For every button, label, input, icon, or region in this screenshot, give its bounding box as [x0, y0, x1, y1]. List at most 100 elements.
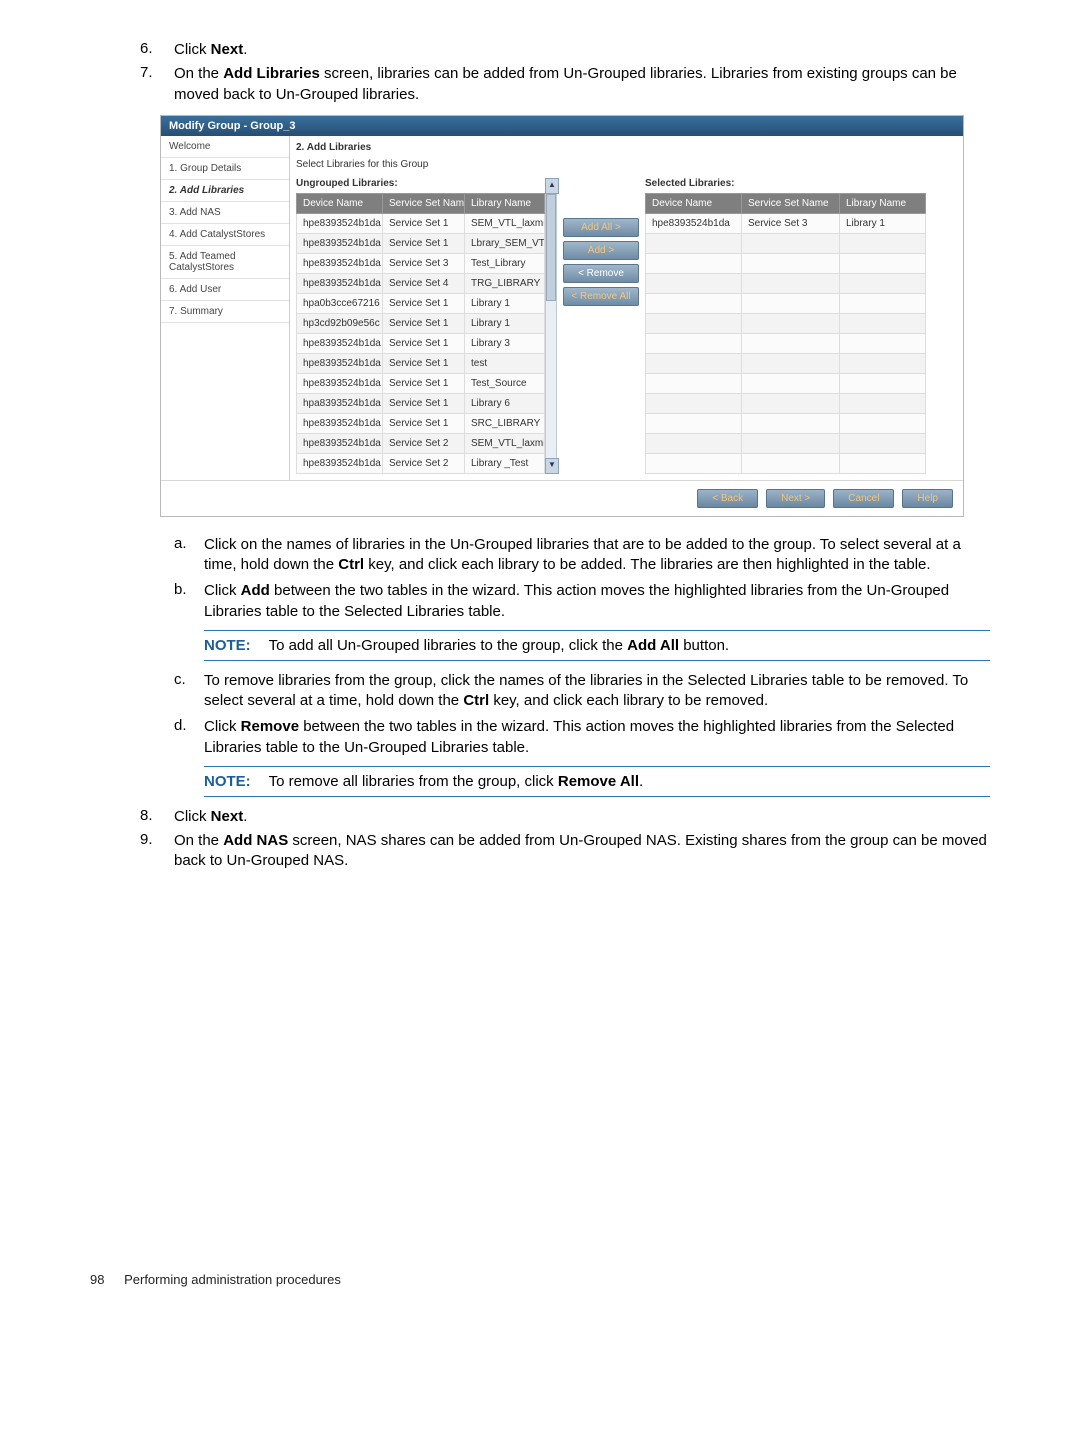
wizard-subtitle: Select Libraries for this Group [296, 159, 957, 178]
table-cell: Service Set 3 [383, 253, 465, 273]
table-row[interactable]: hpe8393524b1daService Set 3Test_Library [297, 253, 545, 273]
table-cell: Service Set 1 [383, 233, 465, 253]
table-cell [840, 333, 926, 353]
table-row[interactable]: hpe8393524b1daService Set 1Test_Source [297, 373, 545, 393]
table-cell: test [465, 353, 545, 373]
table-row[interactable]: hpe8393524b1daService Set 2SEM_VTL_laxmi… [297, 433, 545, 453]
step-6-text-c: . [243, 41, 247, 58]
ungrouped-scrollbar[interactable]: ▲ ▼ [545, 178, 557, 474]
selected-table[interactable]: Device Name Service Set Name Library Nam… [645, 193, 926, 474]
table-cell: Service Set 2 [383, 453, 465, 473]
table-row[interactable]: hpe8393524b1daService Set 4TRG_LIBRARY [297, 273, 545, 293]
table-cell: SRC_LIBRARY [465, 413, 545, 433]
remove-all-button[interactable]: < Remove All [563, 287, 639, 306]
col-service-set-sel: Service Set Name [742, 193, 840, 213]
col-device: Device Name [297, 193, 383, 213]
step-8-c: . [243, 808, 247, 825]
table-cell [742, 393, 840, 413]
table-cell [742, 273, 840, 293]
table-cell: Library _Test [465, 453, 545, 473]
table-cell [840, 413, 926, 433]
step-6-text: Click Next. [174, 40, 247, 60]
table-cell [742, 253, 840, 273]
step-9-text: On the Add NAS screen, NAS shares can be… [174, 831, 990, 872]
step-6-number: 6. [140, 40, 174, 60]
table-row-empty [646, 233, 926, 253]
table-cell [840, 433, 926, 453]
table-row[interactable]: hpe8393524b1daService Set 2Library _Test [297, 453, 545, 473]
table-cell [840, 393, 926, 413]
scroll-down-icon[interactable]: ▼ [545, 458, 559, 474]
table-row[interactable]: hpe8393524b1daService Set 1SRC_LIBRARY [297, 413, 545, 433]
add-button[interactable]: Add > [563, 241, 639, 260]
substep-b-num: b. [174, 581, 204, 622]
note-label: NOTE: [204, 637, 251, 654]
table-cell: Library 1 [465, 313, 545, 333]
table-cell [742, 333, 840, 353]
table-cell [742, 233, 840, 253]
col-library-sel: Library Name [840, 193, 926, 213]
table-cell [742, 413, 840, 433]
table-cell [742, 293, 840, 313]
substep-b-2: between the two tables in the wizard. Th… [204, 582, 949, 619]
nav-add-libraries[interactable]: 2. Add Libraries [161, 180, 289, 202]
table-row[interactable]: hpa8393524b1daService Set 1Library 6 [297, 393, 545, 413]
table-row[interactable]: hp3cd92b09e56cService Set 1Library 1 [297, 313, 545, 333]
table-cell [646, 413, 742, 433]
table-cell: Library 3 [465, 333, 545, 353]
table-cell: Service Set 1 [383, 393, 465, 413]
ungrouped-table[interactable]: Device Name Service Set Name Library Nam… [296, 193, 545, 474]
table-row[interactable]: hpa0b3cce67216Service Set 1Library 1 [297, 293, 545, 313]
table-cell: hpe8393524b1da [297, 433, 383, 453]
table-cell: Lbrary_SEM_VTL_La: [465, 233, 545, 253]
table-cell: Service Set 3 [742, 213, 840, 233]
next-button[interactable]: Next > [766, 489, 825, 508]
nav-add-teamed-catalyststores[interactable]: 5. Add Teamed CatalystStores [161, 246, 289, 279]
table-cell: Service Set 1 [383, 353, 465, 373]
table-row[interactable]: hpe8393524b1daService Set 1Library 3 [297, 333, 545, 353]
table-cell [646, 293, 742, 313]
substep-b-1: Click [204, 582, 241, 599]
substep-d-num: d. [174, 717, 204, 758]
step-8-text: Click Next. [174, 807, 247, 827]
table-row-empty [646, 353, 926, 373]
table-row[interactable]: hpe8393524b1daService Set 1test [297, 353, 545, 373]
table-row[interactable]: hpe8393524b1daService Set 1Lbrary_SEM_VT… [297, 233, 545, 253]
nav-add-catalyststores[interactable]: 4. Add CatalystStores [161, 224, 289, 246]
substep-a-2: key, and click each library to be added.… [364, 556, 930, 573]
table-cell: hpe8393524b1da [297, 333, 383, 353]
back-button[interactable]: < Back [697, 489, 758, 508]
substep-d-rem: Remove [241, 718, 299, 735]
nav-group-details[interactable]: 1. Group Details [161, 158, 289, 180]
col-library: Library Name [465, 193, 545, 213]
step-9-number: 9. [140, 831, 174, 872]
table-cell [646, 313, 742, 333]
nav-welcome[interactable]: Welcome [161, 136, 289, 158]
note-add-all: NOTE: To add all Un-Grouped libraries to… [204, 630, 990, 661]
col-device-sel: Device Name [646, 193, 742, 213]
table-row[interactable]: hpe8393524b1daService Set 3Library 1 [646, 213, 926, 233]
table-cell [646, 373, 742, 393]
table-cell [646, 453, 742, 473]
table-cell: SEM_VTL_laxmi_trg [465, 433, 545, 453]
table-cell: hpe8393524b1da [646, 213, 742, 233]
table-cell: Service Set 1 [383, 373, 465, 393]
table-row[interactable]: hpe8393524b1daService Set 1SEM_VTL_laxmi [297, 213, 545, 233]
table-cell [840, 293, 926, 313]
nav-add-nas[interactable]: 3. Add NAS [161, 202, 289, 224]
table-row-empty [646, 433, 926, 453]
nav-add-user[interactable]: 6. Add User [161, 279, 289, 301]
cancel-button[interactable]: Cancel [833, 489, 894, 508]
help-button[interactable]: Help [902, 489, 953, 508]
wizard-nav: Welcome 1. Group Details 2. Add Librarie… [161, 136, 290, 480]
table-cell: Library 1 [840, 213, 926, 233]
table-cell: hpe8393524b1da [297, 373, 383, 393]
step-6-text-a: Click [174, 41, 211, 58]
page-number: 98 [90, 1272, 104, 1287]
remove-button[interactable]: < Remove [563, 264, 639, 283]
nav-summary[interactable]: 7. Summary [161, 301, 289, 323]
table-row-empty [646, 273, 926, 293]
add-all-button[interactable]: Add All > [563, 218, 639, 237]
substep-c-text: To remove libraries from the group, clic… [204, 671, 990, 712]
note2-a: To remove all libraries from the group, … [269, 773, 558, 790]
